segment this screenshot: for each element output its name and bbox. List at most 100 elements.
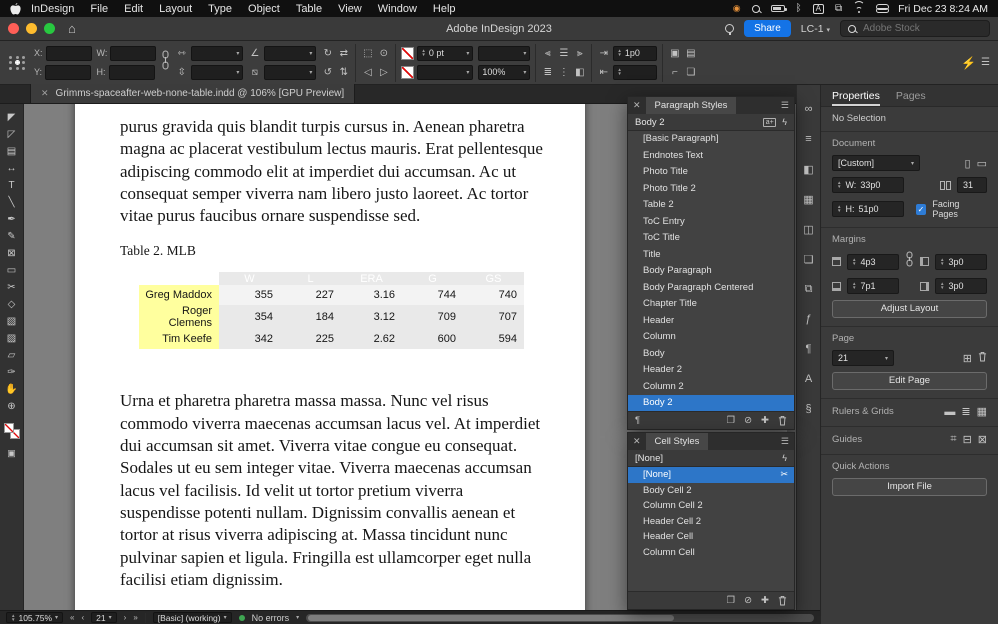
last-page-button[interactable]: » xyxy=(133,613,137,622)
stock-search-input[interactable] xyxy=(861,22,971,35)
preflight-status-text[interactable]: No errors xyxy=(252,613,290,623)
select-next-icon[interactable]: ▷ xyxy=(377,67,390,78)
games-started-cell[interactable]: 594 xyxy=(463,329,524,350)
height-input[interactable] xyxy=(108,64,155,80)
screen-record-icon[interactable]: ◉ xyxy=(733,4,741,13)
games-started-cell[interactable]: 707 xyxy=(463,305,524,330)
gradient-tool[interactable]: ▧ xyxy=(0,313,24,330)
wifi-icon[interactable] xyxy=(853,1,866,13)
paragraph-style-item[interactable]: Header xyxy=(628,313,794,330)
rotate-90-cw-icon[interactable]: ↻ xyxy=(321,48,334,59)
cell-style-item[interactable]: Column Cell 2 xyxy=(628,498,794,514)
select-content-icon[interactable]: ⊙ xyxy=(377,48,390,59)
stroke-panel-icon[interactable]: ≡ xyxy=(805,131,811,147)
paragraph-style-item[interactable]: Column xyxy=(628,329,794,346)
bluetooth-icon[interactable]: ᛒ xyxy=(796,3,802,14)
paragraph-bottom[interactable]: Urna et pharetra pharetra massa massa. N… xyxy=(120,390,543,591)
eyedropper-tool[interactable]: ✑ xyxy=(0,364,24,381)
style-override-icon[interactable]: a+ xyxy=(763,117,777,127)
cell-style-item[interactable]: Header Cell xyxy=(628,529,794,545)
zoom-tool[interactable]: ⊕ xyxy=(0,398,24,415)
menu-item[interactable]: Edit xyxy=(116,3,151,15)
table-header-cell[interactable]: G xyxy=(402,272,463,286)
control-center-icon[interactable] xyxy=(876,4,890,13)
free-transform-tool[interactable]: ◇ xyxy=(0,296,24,313)
pencil-tool[interactable]: ✎ xyxy=(0,228,24,245)
select-previous-icon[interactable]: ◁ xyxy=(361,67,374,78)
scale-x-input[interactable]: ▾ xyxy=(191,45,244,61)
reference-point-proxy[interactable] xyxy=(9,55,26,70)
menubar-clock[interactable]: Fri Dec 23 8:24 AM xyxy=(898,3,988,15)
adobe-stock-search[interactable] xyxy=(840,20,990,37)
document-page[interactable]: purus gravida quis blandit turpis cursus… xyxy=(75,104,585,610)
doc-width-stepper[interactable]: ▲ ▼ W: 33p0 xyxy=(832,177,904,193)
menu-item[interactable]: View xyxy=(330,3,370,15)
gpu-performance-icon[interactable]: ⚡ xyxy=(961,56,976,70)
character-panel-icon[interactable]: A xyxy=(805,371,812,387)
constrain-proportions-icon[interactable] xyxy=(161,50,170,75)
link-margins-icon[interactable] xyxy=(905,251,914,272)
orientation-portrait-icon[interactable]: ▯ xyxy=(965,157,971,170)
battery-icon[interactable] xyxy=(770,5,787,12)
table-header-cell[interactable]: L xyxy=(280,272,341,286)
orientation-landscape-icon[interactable]: ▭ xyxy=(977,157,987,170)
next-page-button[interactable]: › xyxy=(124,613,127,622)
add-page-icon[interactable]: ⊞ xyxy=(963,352,972,365)
facing-pages-checkbox[interactable] xyxy=(915,203,927,215)
pen-tool[interactable]: ✒ xyxy=(0,211,24,228)
losses-cell[interactable]: 225 xyxy=(280,329,341,350)
menu-item[interactable]: Object xyxy=(240,3,288,15)
paragraph-style-item[interactable]: Body Paragraph Centered xyxy=(628,280,794,297)
home-icon[interactable]: ⌂ xyxy=(68,21,76,36)
margin-outside-stepper[interactable]: ▲ ▼ 3p0 xyxy=(935,278,987,294)
era-cell[interactable]: 3.16 xyxy=(341,285,402,306)
panel-menu-icon[interactable]: ☰ xyxy=(781,100,789,111)
margin-top-stepper[interactable]: ▲ ▼ 4p3 xyxy=(847,253,899,270)
frame-fitting-icon[interactable]: ▣ xyxy=(668,48,681,59)
games-started-cell[interactable]: 740 xyxy=(463,285,524,306)
table-corner-cell[interactable] xyxy=(139,272,219,286)
learn-icon[interactable] xyxy=(725,24,735,35)
layers-panel-icon[interactable]: ⧉ xyxy=(805,281,813,297)
table-header-cell[interactable]: W xyxy=(219,272,280,286)
clear-guides-icon[interactable]: ⊠ xyxy=(978,433,987,446)
scissors-tool[interactable]: ✂ xyxy=(0,279,24,296)
games-cell[interactable]: 600 xyxy=(402,329,463,350)
type-tool[interactable]: T xyxy=(0,177,24,194)
space-after-input[interactable]: ▲ ▼ 1p0 xyxy=(613,45,658,61)
paragraph-top[interactable]: purus gravida quis blandit turpis cursus… xyxy=(120,116,543,227)
y-input[interactable] xyxy=(45,64,92,80)
cc-libraries-panel-icon[interactable]: ◫ xyxy=(803,221,813,237)
rotate-90-ccw-icon[interactable]: ↺ xyxy=(321,67,334,78)
paragraph-style-item[interactable]: Body Paragraph xyxy=(628,263,794,280)
tab-pages[interactable]: Pages xyxy=(896,85,926,106)
minimize-window-button[interactable] xyxy=(26,23,37,34)
paragraph-style-item[interactable]: Header 2 xyxy=(628,362,794,379)
mlb-table[interactable]: W L ERA G GS Greg Maddox 355 227 3.16 744 74… xyxy=(139,272,524,350)
menu-item[interactable]: InDesign xyxy=(23,3,82,15)
align-right-icon[interactable]: ⫸ xyxy=(573,48,586,59)
tab-properties[interactable]: Properties xyxy=(832,85,880,106)
cell-style-item[interactable]: [None] ✂ xyxy=(628,467,794,483)
hand-tool[interactable]: ✋ xyxy=(0,381,24,398)
adjust-layout-button[interactable]: Adjust Layout xyxy=(832,300,987,318)
lock-guides-icon[interactable]: ⊟ xyxy=(963,433,972,446)
corner-options-icon[interactable]: ⌐ xyxy=(668,67,681,78)
control-panel-menu-icon[interactable]: ☰ xyxy=(979,57,992,68)
table-caption[interactable]: Table 2. MLB xyxy=(120,243,543,259)
quick-apply-icon[interactable]: ϟ xyxy=(782,453,787,463)
shear-input[interactable]: ▾ xyxy=(264,64,317,80)
apple-menu-icon[interactable] xyxy=(10,2,21,15)
clear-overrides-icon[interactable]: ⊘ xyxy=(744,595,752,606)
games-cell[interactable]: 744 xyxy=(402,285,463,306)
stroke-swatch[interactable] xyxy=(401,46,415,60)
rectangle-frame-tool[interactable]: ⊠ xyxy=(0,245,24,262)
document-preset-select[interactable]: [Custom] ▾ xyxy=(832,155,920,171)
space-before-input[interactable]: ▲ ▼ xyxy=(613,64,658,80)
align-left-icon[interactable]: ⫷ xyxy=(541,48,554,59)
document-grid-icon[interactable]: ▦ xyxy=(977,405,987,418)
drop-shadow-icon[interactable]: ❏ xyxy=(684,67,697,78)
workspace-switcher[interactable]: LC-1 ▾ xyxy=(801,23,830,35)
delete-style-icon[interactable] xyxy=(778,415,787,426)
input-source-icon[interactable]: A xyxy=(812,3,824,14)
